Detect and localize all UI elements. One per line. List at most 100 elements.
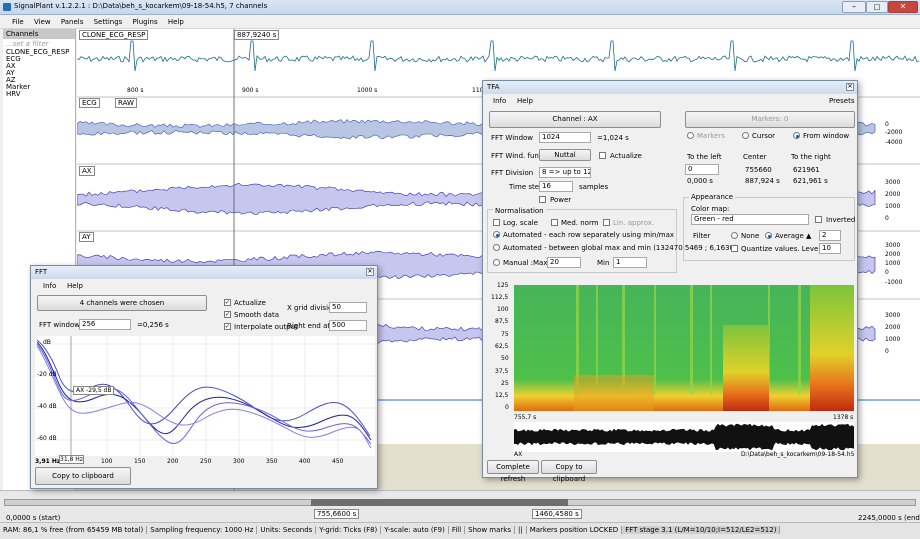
tfa-radio-markers[interactable]: [687, 132, 694, 139]
maximize-button[interactable]: □: [866, 1, 888, 13]
fft-actualize-label: Actualize: [234, 299, 266, 307]
status-yscale[interactable]: Y-scale: auto (F9): [381, 526, 449, 534]
tfa-radio-cursor[interactable]: [742, 132, 749, 139]
tfa-freq-label: 25: [501, 380, 509, 387]
tfa-min-label: Min: [597, 259, 610, 267]
fft-window: FFT ✕ Info Help 4 channels were chosen FF…: [30, 265, 378, 489]
fft-title-bar[interactable]: FFT ✕: [31, 266, 377, 279]
tfa-logscale-checkbox[interactable]: [493, 219, 500, 226]
tfa-average-stepper[interactable]: 2: [819, 230, 841, 241]
tfa-center-seconds: 887,924 s: [745, 177, 780, 185]
menu-file[interactable]: File: [12, 18, 24, 26]
tfa-center-value: 755660: [745, 166, 772, 174]
tfa-markers-button[interactable]: Markers: 0: [685, 111, 855, 128]
tfa-radio-manual[interactable]: [493, 259, 500, 266]
tfa-none-label: None: [741, 232, 760, 240]
tfa-menu-info[interactable]: Info: [493, 97, 506, 105]
tfa-levels-stepper[interactable]: 10: [819, 243, 841, 254]
tfa-close-icon[interactable]: ✕: [846, 83, 854, 91]
fft-y-label: -40 dB: [37, 403, 57, 410]
channel-item[interactable]: HRV: [3, 91, 75, 98]
close-button[interactable]: ✕: [888, 1, 918, 13]
y-scale-label: -1000: [885, 279, 903, 286]
tfa-wind-button[interactable]: Nuttal: [539, 149, 591, 161]
tfa-colormap-select[interactable]: Green - red: [691, 214, 809, 225]
tfa-samples-label: samples: [579, 183, 609, 191]
y-scale-label: 1000: [885, 203, 901, 210]
fft-legend: AX -29,5 dB: [73, 386, 115, 395]
tfa-power-checkbox[interactable]: [539, 196, 546, 203]
fft-menu-help[interactable]: Help: [67, 282, 83, 290]
timeline-window[interactable]: [311, 499, 568, 506]
status-units[interactable]: Units: Seconds: [257, 526, 317, 534]
tfa-radio-auto-rows[interactable]: [493, 231, 500, 238]
fft-actualize-checkbox[interactable]: ✓: [224, 299, 231, 306]
time-tick: 800 s: [127, 87, 144, 94]
timeline-bar[interactable]: 755,6600 s 1460,4580 s 0,0000 s (start) …: [0, 490, 920, 522]
fft-window-input[interactable]: 256: [79, 319, 131, 330]
fft-interp-checkbox[interactable]: ✓: [224, 323, 231, 330]
fft-x-label: 3,91 Hz: [35, 458, 61, 465]
tfa-left-input[interactable]: 0: [685, 164, 719, 175]
fft-x-label: 100: [101, 458, 113, 465]
tfa-refresh-button[interactable]: Complete refresh: [487, 460, 539, 483]
tfa-menu-help[interactable]: Help: [517, 97, 533, 105]
status-separator: ||: [514, 526, 527, 534]
fft-smooth-checkbox[interactable]: ✓: [224, 311, 231, 318]
status-fill[interactable]: Fill: [448, 526, 466, 534]
tfa-radio-cursor-label: Cursor: [752, 132, 776, 140]
tfa-fftwin-input[interactable]: 1024: [539, 132, 591, 143]
status-fft-stage: FFT stage 3.1 (L/M=10/10;I=512/LE2=512): [622, 526, 781, 534]
tfa-spectrogram[interactable]: [514, 285, 854, 411]
tfa-inverted-checkbox[interactable]: [815, 216, 822, 223]
tfa-radio-none[interactable]: [731, 232, 738, 239]
minimize-button[interactable]: –: [842, 1, 866, 13]
menu-plugins[interactable]: Plugins: [133, 18, 158, 26]
fft-right-input[interactable]: 500: [329, 320, 367, 331]
y-scale-label: -2000: [885, 129, 903, 136]
tfa-mednorm-checkbox[interactable]: [551, 219, 558, 226]
y-scale-label: 0: [885, 121, 889, 128]
tfa-radio-from-window[interactable]: [793, 132, 800, 139]
fft-copy-button[interactable]: Copy to clipboard: [35, 467, 131, 485]
tfa-quantize-checkbox[interactable]: [731, 245, 738, 252]
fft-plot[interactable]: [35, 336, 375, 456]
tfa-radio-average[interactable]: [765, 232, 772, 239]
tfa-linapprox-checkbox[interactable]: [603, 219, 610, 226]
fft-menu-info[interactable]: Info: [43, 282, 56, 290]
fft-xgrid-select[interactable]: 50: [329, 302, 367, 313]
fft-y-label: -60 dB: [37, 435, 57, 442]
menu-view[interactable]: View: [34, 18, 51, 26]
tfa-presets-menu[interactable]: Presets: [829, 97, 854, 105]
tfa-toleft-label: To the left: [687, 153, 722, 161]
menu-settings[interactable]: Settings: [94, 18, 123, 26]
tfa-inverted-label: Inverted: [826, 216, 856, 224]
tfa-channel-button[interactable]: Channel : AX: [489, 111, 661, 128]
tfa-actualize-checkbox[interactable]: [599, 152, 606, 159]
menu-help[interactable]: Help: [168, 18, 184, 26]
status-markers[interactable]: Markers position LOCKED: [526, 526, 623, 534]
timeline-pos2: 1460,4580 s: [532, 509, 582, 519]
channel-tag-ay: AY: [79, 232, 94, 242]
tfa-title-bar[interactable]: TFA ✕: [483, 81, 857, 94]
status-ygrid[interactable]: Y-grid: Ticks (F8): [316, 526, 382, 534]
tfa-max-input[interactable]: 20: [547, 257, 581, 268]
fft-channels-button[interactable]: 4 channels were chosen: [37, 295, 207, 311]
y-scale-label: 3000: [885, 179, 901, 186]
channel-tag-raw: RAW: [115, 98, 137, 108]
tfa-division-label: FFT Division: [491, 169, 534, 177]
app-title: SignalPlant v.1.2.2.1 : D:\Data\beh_s_ko…: [14, 2, 268, 10]
tfa-division-select[interactable]: 8 => up to 125 Hz: [539, 167, 591, 178]
tfa-copy-button[interactable]: Copy to clipboard: [541, 460, 597, 483]
tfa-file-path: D:\Data\beh_s_kocarkem\09-18-54.h5: [741, 451, 855, 458]
menu-panels[interactable]: Panels: [61, 18, 84, 26]
status-show-marks[interactable]: Show marks: [465, 526, 515, 534]
tfa-fftwin-seconds: =1,024 s: [597, 134, 629, 142]
y-scale-label: 0: [885, 348, 889, 355]
tfa-min-input[interactable]: 1: [613, 257, 647, 268]
tfa-time-start: 755,7 s: [514, 414, 537, 421]
tfa-timestep-input[interactable]: 16: [539, 181, 573, 192]
fft-close-icon[interactable]: ✕: [366, 268, 374, 276]
fft-window-label: FFT window:: [39, 321, 82, 329]
tfa-radio-auto-global[interactable]: [493, 244, 500, 251]
